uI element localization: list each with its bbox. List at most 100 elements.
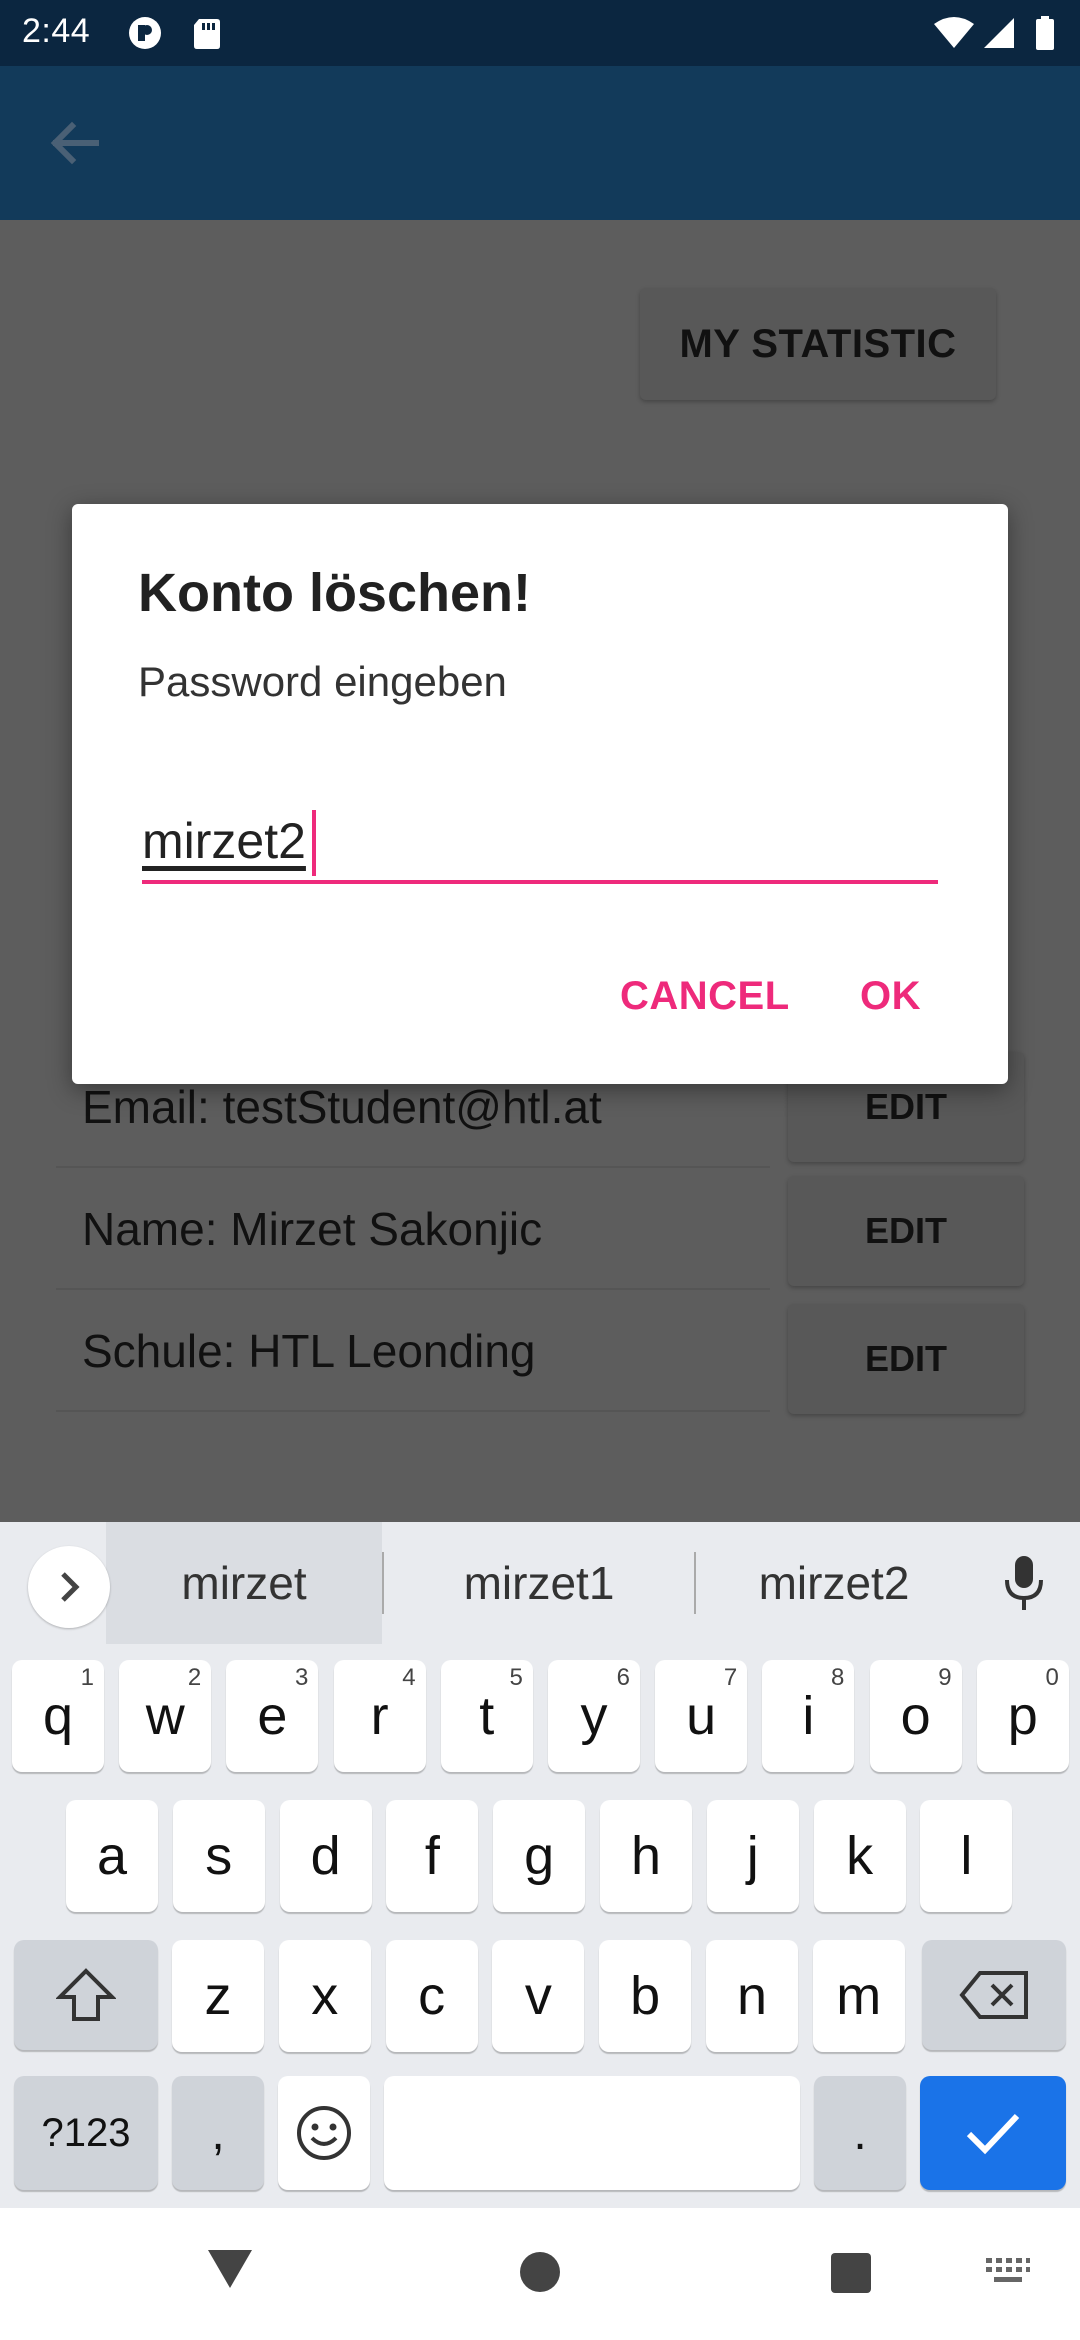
shift-icon (56, 1968, 116, 2021)
dialog-title: Konto löschen! (138, 563, 531, 623)
key-j[interactable]: j (706, 1800, 799, 1912)
app-bar (0, 66, 1080, 220)
emoji-icon (297, 2106, 351, 2160)
key-label: w (145, 1686, 185, 1746)
key-w[interactable]: w2 (119, 1660, 212, 1772)
edit-school-button[interactable]: EDIT (788, 1304, 1024, 1414)
sd-card-icon (194, 19, 220, 49)
symbols-key[interactable]: ?123 (14, 2076, 158, 2190)
ok-button[interactable]: OK (860, 974, 921, 1019)
key-r[interactable]: r4 (333, 1660, 426, 1772)
key-u[interactable]: u7 (655, 1660, 748, 1772)
key-z[interactable]: z (172, 1940, 264, 2052)
key-label: h (630, 1826, 662, 1886)
key-l[interactable]: l (920, 1800, 1013, 1912)
key-label: z (204, 1966, 232, 2026)
key-y[interactable]: y6 (548, 1660, 640, 1772)
key-label: c (418, 1966, 446, 2026)
key-hint: 6 (616, 1664, 630, 1691)
key-label: a (96, 1826, 128, 1886)
shift-key[interactable] (14, 1940, 158, 2050)
password-input[interactable]: mirzet2 (142, 812, 306, 870)
key-m[interactable]: m (812, 1940, 905, 2052)
key-hint: 9 (938, 1664, 952, 1691)
key-label: r (370, 1686, 389, 1746)
comma-key[interactable]: , (172, 2076, 264, 2190)
key-label: f (424, 1826, 440, 1886)
key-label: m (836, 1966, 882, 2026)
key-hint: 0 (1045, 1664, 1059, 1691)
key-hint: 1 (80, 1664, 94, 1691)
key-label: g (524, 1826, 555, 1886)
key-label: y (580, 1686, 608, 1746)
key-v[interactable]: v (492, 1940, 585, 2052)
key-hint: 3 (295, 1664, 309, 1691)
space-key[interactable] (384, 2076, 800, 2190)
enter-key[interactable] (920, 2076, 1066, 2190)
wifi-icon (934, 17, 974, 48)
key-label: s (205, 1826, 233, 1886)
text-cursor (312, 810, 316, 876)
suggestion-3[interactable]: mirzet2 (696, 1522, 972, 1644)
key-label: x (311, 1966, 339, 2026)
key-label: j (746, 1826, 759, 1886)
key-g[interactable]: g (493, 1800, 586, 1912)
back-triangle-icon[interactable] (204, 2244, 256, 2292)
key-hint: 5 (509, 1664, 523, 1691)
name-row: Name: Mirzet Sakonjic (56, 1170, 770, 1290)
suggestion-2[interactable]: mirzet1 (384, 1522, 694, 1644)
key-t[interactable]: t5 (440, 1660, 533, 1772)
password-input-underline (142, 880, 938, 884)
key-f[interactable]: f (386, 1800, 479, 1912)
key-label: v (524, 1966, 552, 2026)
edit-name-button[interactable]: EDIT (788, 1176, 1024, 1286)
key-hint: 2 (187, 1664, 202, 1691)
key-i[interactable]: i8 (762, 1660, 855, 1772)
key-k[interactable]: k (813, 1800, 906, 1912)
key-s[interactable]: s (172, 1800, 265, 1912)
signal-icon (984, 18, 1014, 48)
key-e[interactable]: e3 (226, 1660, 319, 1772)
key-label: e (257, 1686, 288, 1746)
period-key[interactable]: . (814, 2076, 906, 2190)
key-hint: 8 (831, 1664, 845, 1691)
key-hint: 4 (402, 1664, 416, 1691)
key-label: l (960, 1826, 973, 1886)
key-label: i (802, 1686, 815, 1746)
key-x[interactable]: x (278, 1940, 371, 2052)
arrow-left-icon[interactable] (42, 110, 108, 176)
key-o[interactable]: o9 (869, 1660, 962, 1772)
key-q[interactable]: q1 (12, 1660, 104, 1772)
recents-square-icon[interactable] (830, 2252, 872, 2294)
chevron-right-icon[interactable] (28, 1546, 110, 1628)
key-h[interactable]: h (600, 1800, 692, 1912)
battery-icon (1036, 16, 1054, 50)
dialog-message: Password eingeben (138, 658, 507, 705)
key-d[interactable]: d (279, 1800, 372, 1912)
key-p[interactable]: p0 (976, 1660, 1069, 1772)
key-label: k (846, 1826, 874, 1886)
my-statistic-button[interactable]: MY STATISTIC (640, 288, 996, 400)
key-a[interactable]: a (66, 1800, 158, 1912)
checkmark-icon (966, 2113, 1020, 2155)
keyboard-switch-icon[interactable] (984, 2256, 1032, 2290)
key-label: o (900, 1686, 931, 1746)
suggestion-1[interactable]: mirzet (106, 1522, 382, 1644)
backspace-key[interactable] (922, 1940, 1066, 2050)
home-circle-icon[interactable] (518, 2250, 562, 2294)
status-bar: 2:44 (0, 0, 1080, 66)
key-label: b (630, 1966, 661, 2026)
key-c[interactable]: c (385, 1940, 478, 2052)
key-label: u (686, 1686, 717, 1746)
key-label: d (310, 1826, 341, 1886)
key-hint: 7 (723, 1664, 738, 1691)
key-label: n (736, 1966, 768, 2026)
notification-icon (129, 17, 161, 49)
key-n[interactable]: n (706, 1940, 798, 2052)
microphone-icon[interactable] (996, 1552, 1052, 1616)
emoji-key[interactable] (278, 2076, 370, 2190)
cancel-button[interactable]: CANCEL (620, 974, 790, 1019)
key-b[interactable]: b (599, 1940, 692, 2052)
school-row: Schule: HTL Leonding (56, 1292, 770, 1412)
backspace-icon (959, 1971, 1028, 2019)
